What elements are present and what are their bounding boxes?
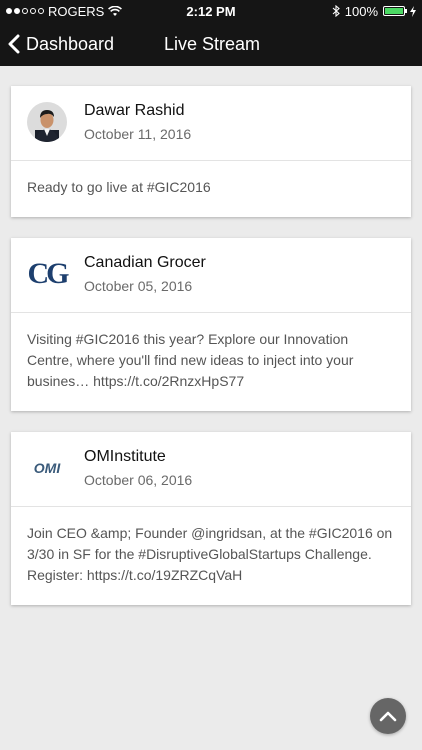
canadian-grocer-logo: CG [27,254,70,294]
post-card[interactable]: CG Canadian Grocer October 05, 2016 Visi… [11,238,411,411]
status-left: ROGERS [6,3,123,19]
post-header: OMI OMInstitute October 06, 2016 [11,432,411,507]
chevron-up-icon [379,711,397,722]
signal-icon [6,8,44,14]
post-card[interactable]: OMI OMInstitute October 06, 2016 Join CE… [11,432,411,605]
navigation-bar: Dashboard Live Stream [0,22,422,66]
person-photo-icon [27,102,67,142]
ominstitute-logo: OMI [27,448,67,488]
post-date: October 11, 2016 [84,126,192,142]
live-stream-feed: Dawar Rashid October 11, 2016 Ready to g… [0,66,422,605]
post-author-block: OMInstitute October 06, 2016 [84,448,192,488]
back-label: Dashboard [26,33,115,54]
post-text: Join CEO &amp; Founder @ingridsan, at th… [27,525,393,583]
post-text: Visiting #GIC2016 this year? Explore our… [27,331,354,389]
scroll-to-top-button[interactable] [370,698,406,734]
post-author-name: Dawar Rashid [84,102,185,119]
back-button[interactable]: Dashboard [0,34,114,55]
battery-percent: 100% [344,3,378,19]
top-bar: ROGERS 2:12 PM 100% Dashboard Live Strea… [0,0,422,66]
post-header: Dawar Rashid October 11, 2016 [11,86,411,161]
post-text: Ready to go live at #GIC2016 [27,179,211,195]
page-title: Live Stream [164,34,261,54]
battery-icon [383,6,407,16]
post-header: CG Canadian Grocer October 05, 2016 [11,238,411,313]
bluetooth-icon [332,5,340,17]
status-bar: ROGERS 2:12 PM 100% [0,0,422,22]
post-date: October 05, 2016 [84,278,193,294]
post-author-block: Canadian Grocer October 05, 2016 [84,254,206,294]
post-date: October 06, 2016 [84,472,193,488]
post-author-block: Dawar Rashid October 11, 2016 [84,102,191,142]
logo-text: CG [27,257,70,290]
chevron-left-icon [8,34,20,54]
post-card[interactable]: Dawar Rashid October 11, 2016 Ready to g… [11,86,411,217]
post-author-name: OMInstitute [84,448,166,465]
avatar [27,102,67,142]
wifi-icon [108,5,123,16]
logo-text: OMI [33,460,61,476]
charging-bolt-icon [410,5,416,17]
status-right: 100% [332,4,416,19]
post-author-name: Canadian Grocer [84,254,206,271]
carrier-label: ROGERS [48,3,105,19]
